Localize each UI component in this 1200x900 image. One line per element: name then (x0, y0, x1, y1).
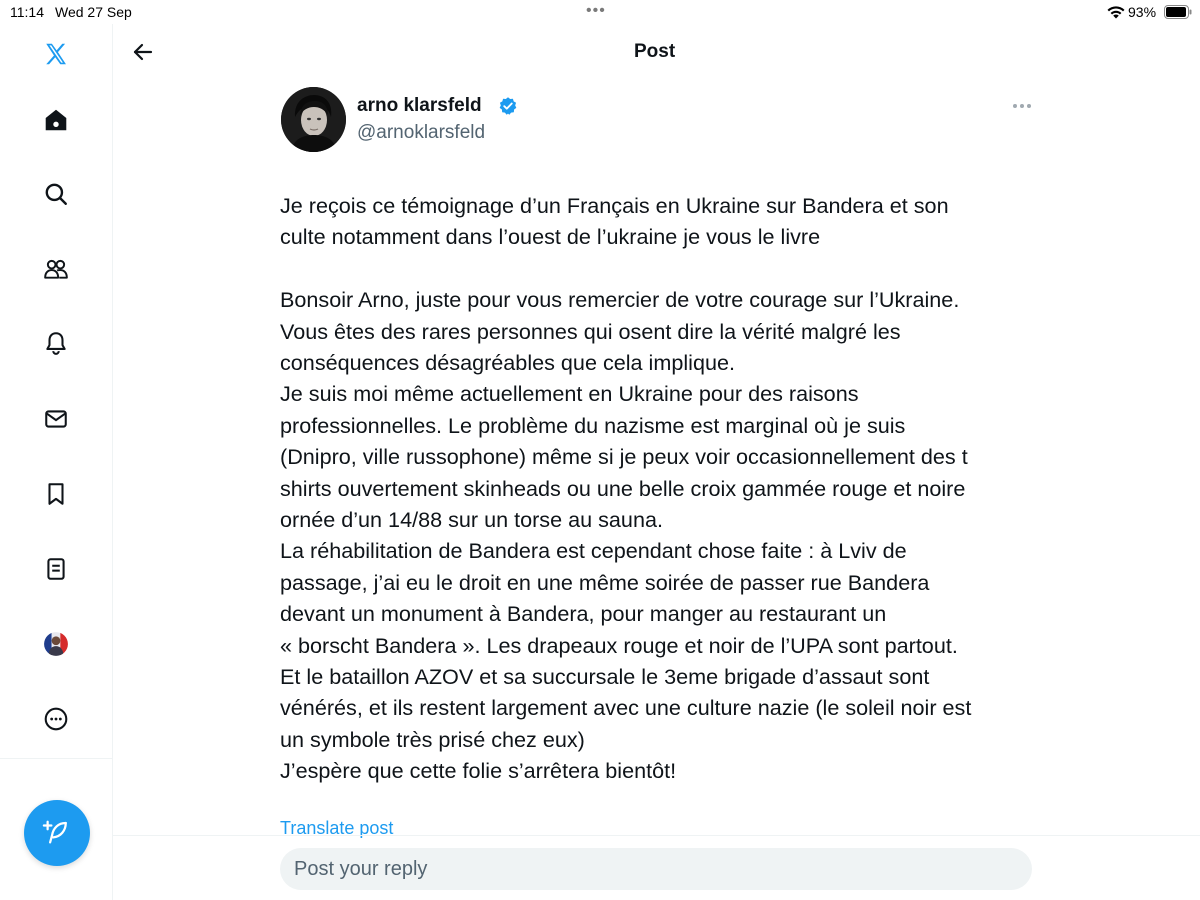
home-icon[interactable] (40, 104, 72, 136)
list-icon[interactable] (40, 553, 72, 585)
tweet-line: ornée d’un 14/88 sur un torse au sauna. (280, 507, 663, 533)
author-avatar[interactable] (281, 87, 346, 152)
more-circle-icon[interactable] (40, 703, 72, 735)
tweet-line: Vous êtes des rares personnes qui osent … (280, 318, 901, 344)
status-bar: 11:14 Wed 27 Sep ••• 93% (0, 0, 1200, 24)
tweet-line: devant un monument à Bandera, pour mange… (280, 601, 887, 627)
tweet-line: conséquences désagréables que cela impli… (280, 350, 735, 376)
tweet-line: La réhabilitation de Bandera est cependa… (280, 538, 907, 564)
tweet-line: culte notamment dans l’ouest de l’ukrain… (280, 224, 821, 250)
more-options-icon[interactable] (1010, 96, 1034, 116)
status-time: 11:14 (10, 4, 44, 20)
header: Post (113, 24, 1200, 82)
back-button[interactable] (127, 36, 159, 68)
author-photo-icon (281, 87, 346, 152)
battery-percent: 93% (1128, 4, 1157, 20)
people-icon[interactable] (40, 253, 72, 285)
search-icon[interactable] (40, 178, 72, 210)
compose-feather-icon (42, 820, 67, 844)
mail-icon[interactable] (40, 403, 72, 435)
tweet-paragraph-gap (280, 253, 1040, 284)
tweet-line: « borscht Bandera ». Les drapeaux rouge … (280, 632, 958, 658)
arrow-left-icon (133, 43, 153, 61)
tweet-line: Bonsoir Arno, juste pour vous remercier … (280, 287, 960, 313)
tweet-line: J’espère que cette folie s’arrêtera bien… (280, 758, 677, 784)
reply-input[interactable]: Post your reply (280, 848, 1032, 890)
tweet-line: un symbole très prisé chez eux) (280, 726, 585, 752)
tweet-line: passage, j’ai eu le droit en une même so… (280, 569, 930, 595)
tweet-line: vénérés, et ils restent largement avec u… (280, 695, 972, 721)
tweet-line: Je reçois ce témoignage d’un Français en… (280, 193, 949, 218)
author-handle[interactable]: @arnoklarsfeld (357, 122, 485, 144)
tweet-line: (Dnipro, ville russophone) même si je pe… (280, 444, 968, 470)
bell-icon[interactable] (40, 327, 72, 359)
tweet-text: Je reçois ce témoignage d’un Français en… (280, 190, 1040, 787)
x-logo-icon[interactable] (40, 38, 72, 70)
reply-divider (113, 835, 1200, 836)
tweet-line: shirts ouvertement skinheads ou une bell… (280, 475, 966, 501)
tweet-line: professionnelles. Le problème du nazisme… (280, 412, 906, 438)
page-title: Post (634, 41, 676, 62)
sidebar-divider (0, 758, 112, 759)
multitasking-dots-icon[interactable]: ••• (586, 3, 606, 19)
wifi-icon (1107, 6, 1125, 19)
reply-placeholder: Post your reply (294, 858, 428, 880)
author-name[interactable]: arno klarsfeld (357, 95, 482, 117)
avatar-icon[interactable] (40, 628, 72, 660)
tweet-line: Et le bataillon AZOV et sa succursale le… (280, 664, 930, 690)
battery-icon (1164, 5, 1192, 19)
compose-button[interactable] (24, 800, 90, 866)
tweet-line: Je suis moi même actuellement en Ukraine… (280, 381, 859, 407)
bookmark-icon[interactable] (40, 478, 72, 510)
verified-badge-icon (499, 97, 517, 115)
status-date: Wed 27 Sep (55, 4, 132, 20)
sidebar (0, 24, 113, 900)
